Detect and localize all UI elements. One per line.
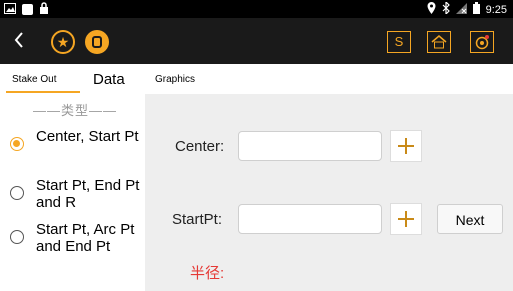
startpt-input[interactable]: [238, 204, 382, 234]
tab-stake-out[interactable]: Stake Out: [12, 74, 56, 85]
center-input[interactable]: [238, 131, 382, 161]
image-icon: [4, 2, 16, 17]
target-icon[interactable]: [470, 31, 494, 53]
option-label: Start Pt, Arc Pt and End Pt: [36, 221, 135, 255]
active-tab-indicator: [6, 91, 80, 93]
radio-unselected[interactable]: [10, 186, 24, 200]
tab-bar: Stake Out Data Graphics: [0, 64, 513, 94]
tab-data[interactable]: Data: [93, 71, 125, 88]
option-start-end-r[interactable]: Start Pt, End Pt and R: [10, 177, 146, 211]
s-button[interactable]: S: [387, 31, 411, 53]
startpt-label: StartPt:: [172, 211, 223, 228]
no-signal-icon: [455, 2, 467, 17]
chevron-left-icon[interactable]: [14, 28, 24, 54]
square-icon: [22, 4, 33, 15]
radio-selected[interactable]: [10, 137, 24, 151]
star-icon[interactable]: ★: [51, 30, 75, 54]
status-bar: 9:25: [0, 0, 513, 18]
battery-icon: [472, 2, 480, 17]
add-center-button[interactable]: [390, 130, 422, 162]
option-center-start-pt[interactable]: Center, Start Pt: [10, 128, 146, 151]
toolbar: ★ S: [0, 18, 513, 64]
radio-unselected[interactable]: [10, 230, 24, 244]
clock-time: 9:25: [485, 3, 507, 16]
database-icon[interactable]: [85, 30, 109, 54]
add-startpt-button[interactable]: [390, 203, 422, 235]
location-icon: [427, 2, 436, 17]
type-panel: ——类型—— Center, Start Pt Start Pt, End Pt…: [0, 94, 145, 291]
option-start-arc-end[interactable]: Start Pt, Arc Pt and End Pt: [10, 221, 146, 255]
next-button[interactable]: Next: [437, 204, 503, 234]
tab-graphics[interactable]: Graphics: [155, 74, 195, 85]
bluetooth-icon: [442, 0, 450, 17]
lock-icon: [39, 2, 49, 17]
center-label: Center:: [175, 138, 225, 155]
home-icon[interactable]: [427, 31, 451, 53]
type-title: ——类型——: [33, 103, 118, 118]
option-label: Start Pt, End Pt and R: [36, 177, 140, 211]
option-label: Center, Start Pt: [36, 128, 139, 145]
radius-label: 半径:: [190, 265, 225, 282]
